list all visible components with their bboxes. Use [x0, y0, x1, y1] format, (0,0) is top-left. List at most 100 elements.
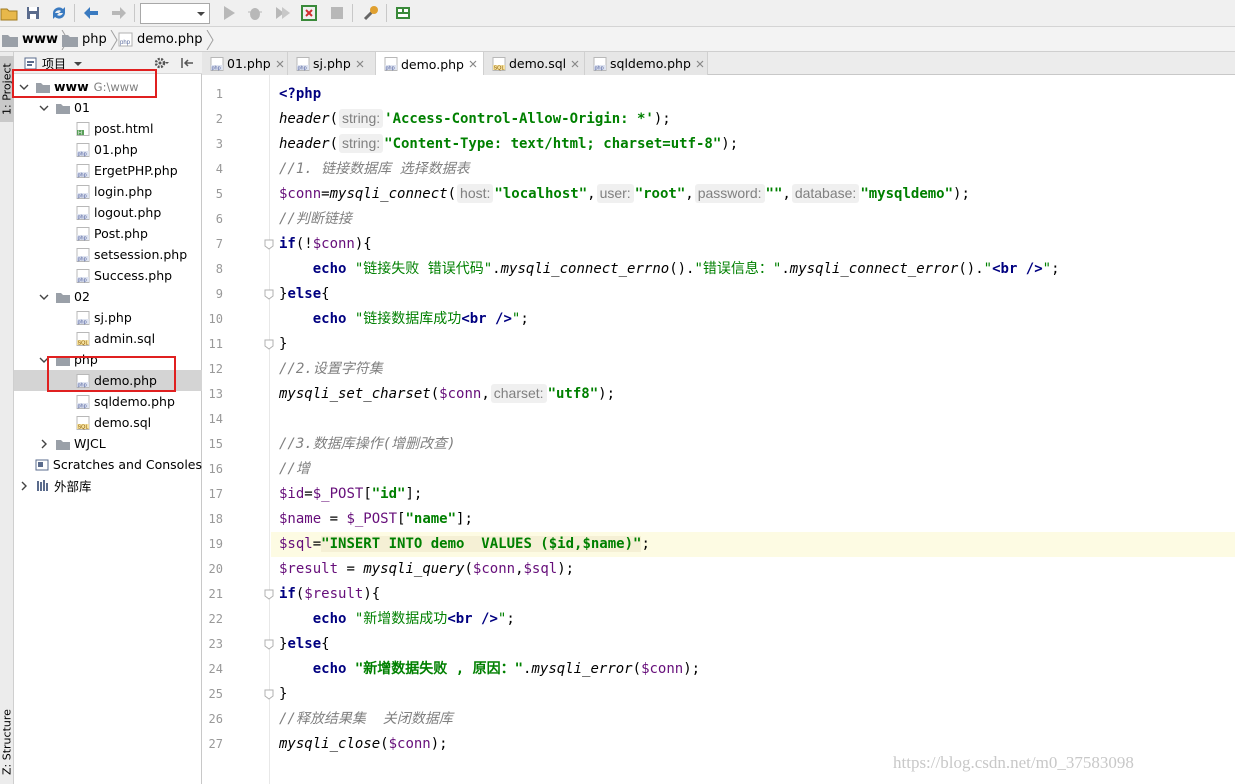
code-token: if — [279, 586, 296, 602]
code-line[interactable]: //3.数据库操作(增删改查) — [271, 432, 1235, 457]
chevron-down-icon — [197, 12, 205, 16]
tree-item[interactable]: php ErgetPHP.php — [14, 160, 202, 181]
code-line[interactable]: if(!$conn){ — [271, 232, 1235, 257]
code-line[interactable]: header(string: 'Access-Control-Allow-Orig… — [271, 107, 1235, 132]
tree-item[interactable]: 外部库 — [14, 475, 202, 496]
coverage-icon[interactable] — [273, 4, 291, 22]
settings-wrench-icon[interactable] — [362, 4, 380, 22]
tree-item[interactable]: php Success.php — [14, 265, 202, 286]
code-token: mysqli_connect_errno — [500, 261, 670, 277]
stop-icon[interactable] — [328, 4, 346, 22]
code-line[interactable]: echo "新增数据失败 , 原因：".mysqli_error($conn); — [271, 657, 1235, 682]
line-number: 16 — [208, 462, 223, 476]
close-icon[interactable] — [571, 60, 579, 68]
tree-item-label: 01 — [74, 100, 90, 115]
code-line[interactable]: } — [271, 682, 1235, 707]
close-icon[interactable] — [276, 60, 284, 68]
tree-item[interactable]: php login.php — [14, 181, 202, 202]
code-line[interactable]: echo "链接失败 错误代码".mysqli_connect_errno().… — [271, 257, 1235, 282]
editor-tab[interactable]: php demo.php — [376, 52, 484, 76]
run-config-select[interactable] — [140, 3, 210, 24]
code-line[interactable]: //2.设置字符集 — [271, 357, 1235, 382]
code-line[interactable]: }else{ — [271, 282, 1235, 307]
chevron-right-icon[interactable] — [38, 438, 50, 450]
editor-tab[interactable]: php 01.php — [202, 52, 288, 75]
chevron-down-icon[interactable] — [38, 291, 50, 303]
svg-text:SQL: SQL — [78, 424, 89, 430]
code-line[interactable]: if($result){ — [271, 582, 1235, 607]
editor-tab[interactable]: php sj.php — [288, 52, 376, 75]
code-line[interactable]: $sql="INSERT INTO demo VALUES ($id,$name… — [271, 532, 1235, 557]
php-file-icon: php — [76, 268, 90, 283]
code-token: . — [492, 261, 501, 277]
code-line[interactable]: } — [271, 332, 1235, 357]
editor-tab-label: demo.sql — [509, 56, 567, 71]
tree-spacer — [58, 396, 70, 408]
code-token: ; — [641, 536, 650, 552]
save-icon[interactable] — [24, 4, 42, 22]
code-area[interactable]: <?php header(string: 'Access-Control-Allow… — [271, 75, 1235, 784]
breadcrumb-item-www[interactable]: www — [2, 29, 69, 50]
code-line[interactable]: <?php — [271, 82, 1235, 107]
tree-item[interactable]: Scratches and Consoles — [14, 454, 202, 475]
code-line[interactable]: mysqli_set_charset($conn, charset: "utf8")… — [271, 382, 1235, 407]
breadcrumb-item-demo-php[interactable]: php demo.php — [118, 29, 214, 50]
breadcrumb-item-php[interactable]: php — [62, 29, 118, 50]
code-line[interactable]: $result = mysqli_query($conn,$sql); — [271, 557, 1235, 582]
php-file-icon: php — [76, 163, 90, 178]
tree-item[interactable]: WJCL — [14, 433, 202, 454]
code-line[interactable]: //1. 链接数据库 选择数据表 — [271, 157, 1235, 182]
code-line-text: //释放结果集 关闭数据库 — [279, 707, 453, 732]
run-icon[interactable] — [220, 4, 238, 22]
project-structure-icon[interactable] — [394, 4, 412, 22]
tree-item[interactable]: Hpost.html — [14, 118, 202, 139]
code-line[interactable]: echo "新增数据成功<br />"; — [271, 607, 1235, 632]
code-line-text: //2.设置字符集 — [279, 357, 383, 382]
rerun-icon[interactable] — [300, 4, 318, 22]
back-arrow-icon[interactable] — [82, 4, 100, 22]
line-number: 23 — [208, 637, 223, 651]
code-line[interactable]: }else{ — [271, 632, 1235, 657]
debug-icon[interactable] — [246, 4, 264, 22]
code-token: = — [321, 186, 330, 202]
code-line[interactable]: //增 — [271, 457, 1235, 482]
editor-tab[interactable]: php sqldemo.php — [585, 52, 708, 75]
code-line[interactable] — [271, 407, 1235, 432]
tree-item[interactable]: 01 — [14, 97, 202, 118]
line-number-gutter: 1 2 3 4 5 6 7 8 9 10 11 12 13 14 15 16 17 18 19 20 21 22 23 24 2… — [202, 75, 274, 784]
code-line[interactable]: $name = $_POST["name"]; — [271, 507, 1235, 532]
close-icon[interactable] — [696, 60, 704, 68]
close-icon[interactable] — [356, 60, 364, 68]
structure-tool-tab[interactable]: Z: Structure — [0, 702, 14, 782]
chevron-right-icon[interactable] — [18, 480, 30, 492]
tree-item[interactable]: 02 — [14, 286, 202, 307]
code-line[interactable]: //判断链接 — [271, 207, 1235, 232]
tree-item[interactable]: php logout.php — [14, 202, 202, 223]
tree-item[interactable]: php sqldemo.php — [14, 391, 202, 412]
tree-item[interactable]: SQL admin.sql — [14, 328, 202, 349]
code-line[interactable]: //释放结果集 关闭数据库 — [271, 707, 1235, 732]
tree-item[interactable]: php Post.php — [14, 223, 202, 244]
code-token: //3.数据库操作(增删改查) — [279, 436, 456, 452]
code-line[interactable]: header(string: "Content-Type: text/html; … — [271, 132, 1235, 157]
code-line[interactable]: $id=$_POST["id"]; — [271, 482, 1235, 507]
sync-icon[interactable] — [50, 4, 68, 22]
code-token: . — [781, 261, 790, 277]
tree-item[interactable]: php 01.php — [14, 139, 202, 160]
editor-tab[interactable]: SQL demo.sql — [484, 52, 585, 75]
gear-icon[interactable] — [154, 56, 170, 70]
code-token: $_POST — [312, 486, 364, 502]
line-number: 15 — [208, 437, 223, 451]
tree-item[interactable]: php sj.php — [14, 307, 202, 328]
code-line[interactable]: echo "链接数据库成功<br />"; — [271, 307, 1235, 332]
close-icon[interactable] — [469, 60, 477, 68]
forward-arrow-icon[interactable] — [110, 4, 128, 22]
tree-item[interactable]: php setsession.php — [14, 244, 202, 265]
hide-panel-icon[interactable] — [180, 56, 194, 70]
code-editor[interactable]: 1 2 3 4 5 6 7 8 9 10 11 12 13 14 15 16 17 18 19 20 21 22 23 24 2… — [202, 75, 1235, 784]
open-folder-icon[interactable] — [0, 4, 18, 22]
code-line[interactable]: $conn=mysqli_connect(host: "localhost", us… — [271, 182, 1235, 207]
tree-spacer — [58, 417, 70, 429]
tree-item[interactable]: SQL demo.sql — [14, 412, 202, 433]
chevron-down-icon[interactable] — [38, 102, 50, 114]
